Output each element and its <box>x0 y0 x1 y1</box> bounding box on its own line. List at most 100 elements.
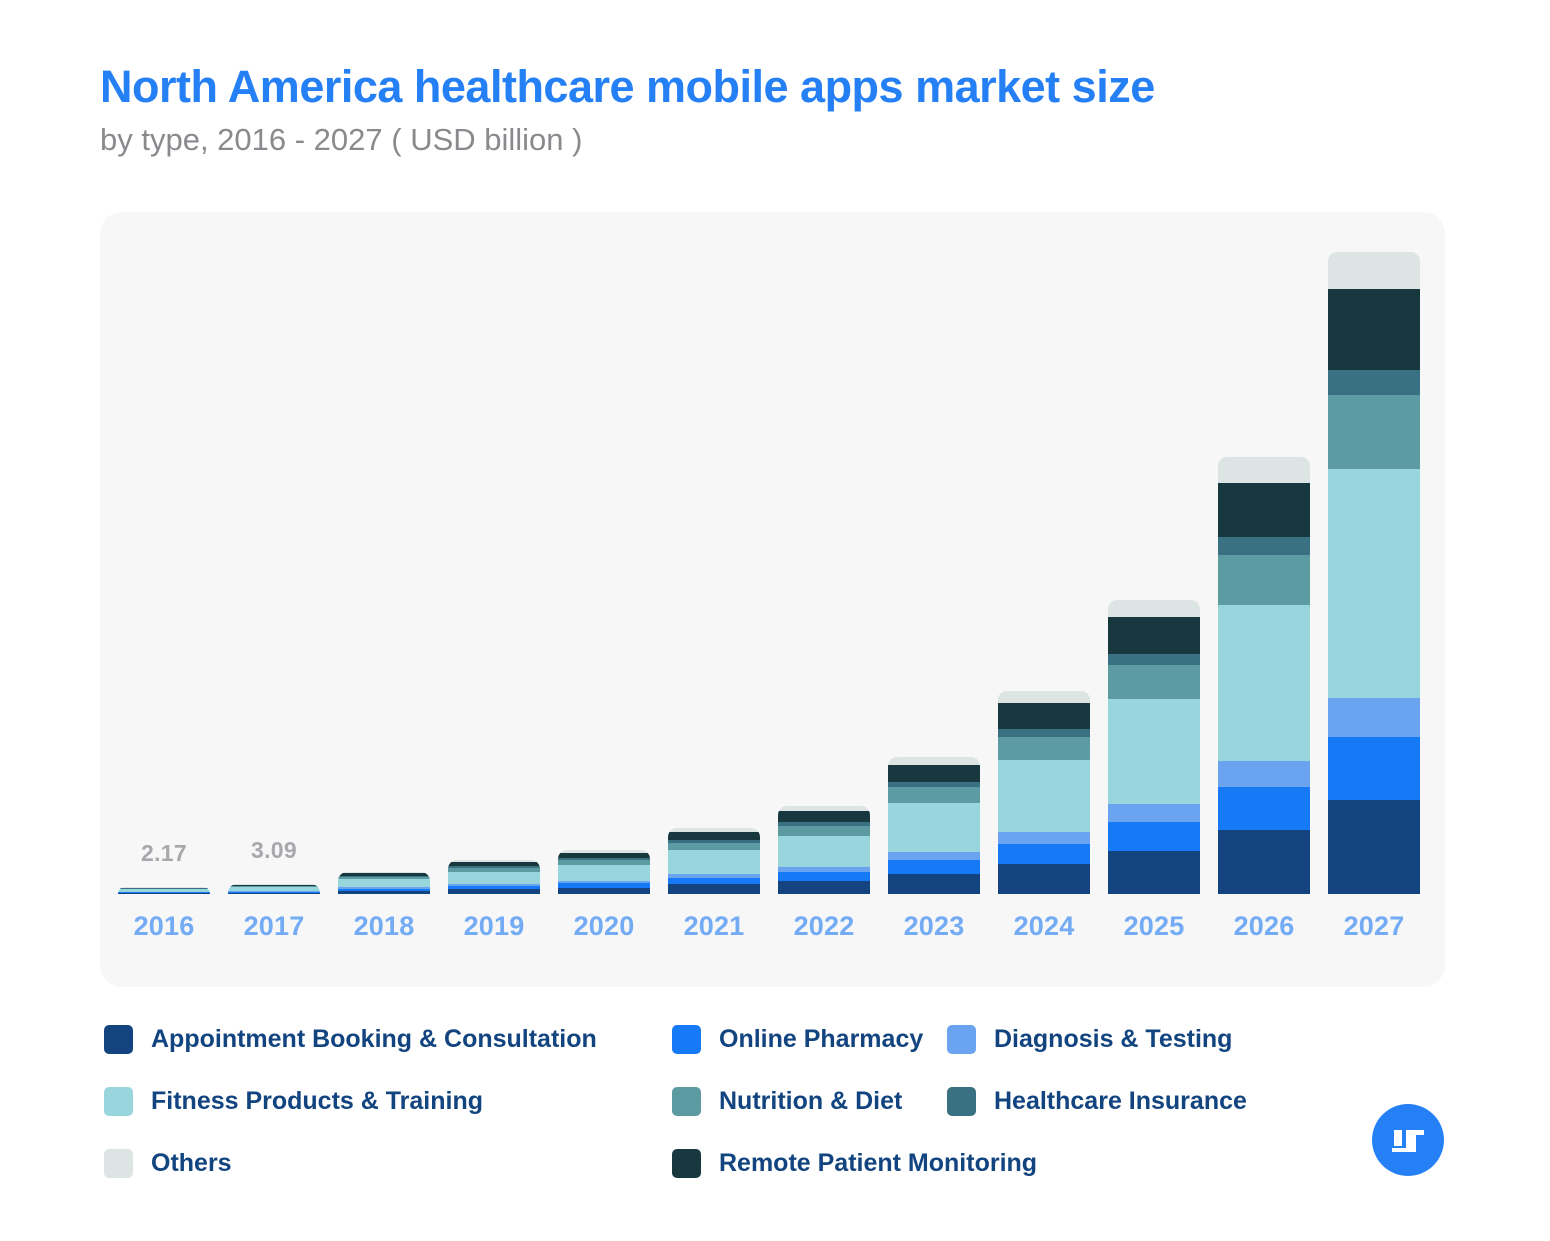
bar-segment[interactable] <box>668 850 760 874</box>
bar-segment[interactable] <box>888 852 980 861</box>
bar-segment[interactable] <box>778 825 870 836</box>
legend-item[interactable]: Remote Patient Monitoring <box>672 1149 1037 1178</box>
bar-stack[interactable] <box>668 827 760 894</box>
bar-stack[interactable] <box>1108 599 1200 894</box>
legend-item[interactable]: Healthcare Insurance <box>947 1087 1327 1116</box>
bar-segment[interactable] <box>998 736 1090 760</box>
legend-row: Others Remote Patient Monitoring <box>104 1149 1344 1178</box>
bar-segment[interactable] <box>888 803 980 853</box>
bar-segment[interactable] <box>1108 616 1200 654</box>
chart-panel: 2.17 2016 3.09 2017 2018 2019 2020 2021 2022 2023… <box>100 212 1445 987</box>
bar-segment[interactable] <box>998 864 1090 894</box>
bar-segment[interactable] <box>338 879 430 888</box>
bar-segment[interactable] <box>668 884 760 894</box>
legend-item[interactable]: Nutrition & Diet <box>672 1087 947 1116</box>
bar-segment[interactable] <box>1108 665 1200 700</box>
legend-label: Diagnosis & Testing <box>994 1025 1233 1053</box>
bar-segment[interactable] <box>1218 482 1310 538</box>
bar-stack[interactable] <box>998 691 1090 894</box>
bar-segment[interactable] <box>1328 736 1420 801</box>
bar-stack[interactable] <box>778 805 870 894</box>
bar-stack[interactable] <box>228 884 320 894</box>
bar-segment[interactable] <box>998 832 1090 845</box>
x-axis-label-2023: 2023 <box>903 911 965 941</box>
legend-swatch-icon <box>104 1149 133 1178</box>
bar-segment[interactable] <box>1218 554 1310 606</box>
bar-segment[interactable] <box>668 831 760 840</box>
bar-segment[interactable] <box>1218 457 1310 483</box>
bar-segment[interactable] <box>1328 369 1420 396</box>
bar-segment[interactable] <box>558 887 650 894</box>
legend-item[interactable]: Others <box>104 1149 672 1178</box>
bar-segment[interactable] <box>1328 252 1420 290</box>
brand-logo[interactable] <box>1372 1104 1444 1176</box>
bar-segment[interactable] <box>1108 699 1200 805</box>
legend-swatch-icon <box>104 1025 133 1054</box>
bar-segment[interactable] <box>448 871 540 884</box>
bar-segment[interactable] <box>778 811 870 823</box>
bar-segment[interactable] <box>448 889 540 894</box>
chart-subtitle: by type, 2016 - 2027 ( USD billion ) <box>100 122 583 158</box>
bar-stack[interactable] <box>1218 457 1310 894</box>
legend-label: Nutrition & Diet <box>719 1087 903 1115</box>
bar-stack[interactable] <box>118 887 210 894</box>
bar-segment[interactable] <box>778 881 870 894</box>
x-axis-label-2024: 2024 <box>1013 911 1075 941</box>
legend-item[interactable]: Online Pharmacy <box>672 1025 947 1054</box>
bar-segment[interactable] <box>1218 605 1310 761</box>
bar-segment[interactable] <box>998 703 1090 729</box>
bar-group: 2022 <box>778 805 870 941</box>
bar-segment[interactable] <box>998 728 1090 737</box>
bar-segment[interactable] <box>668 842 760 851</box>
legend-item[interactable]: Diagnosis & Testing <box>947 1025 1327 1054</box>
bar-stack[interactable] <box>448 859 540 894</box>
bar-segment[interactable] <box>778 872 870 882</box>
bar-segment[interactable] <box>1108 821 1200 852</box>
bar-segment[interactable] <box>558 864 650 881</box>
bar-segment[interactable] <box>1328 698 1420 737</box>
bar-stack[interactable] <box>1328 252 1420 894</box>
brand-logo-icon <box>1392 1130 1424 1152</box>
x-axis-label-2026: 2026 <box>1233 911 1295 941</box>
x-axis-label-2017: 2017 <box>243 911 305 941</box>
bar-segment[interactable] <box>998 691 1090 704</box>
bar-segment[interactable] <box>1108 653 1200 666</box>
bar-segment[interactable] <box>888 860 980 874</box>
bar-segment[interactable] <box>778 835 870 868</box>
bar-stack[interactable] <box>558 850 650 894</box>
bar-stack[interactable] <box>338 872 430 894</box>
bar-segment[interactable] <box>1218 760 1310 787</box>
bar-segment[interactable] <box>1328 800 1420 894</box>
bar-segment[interactable] <box>998 844 1090 865</box>
bar-segment[interactable] <box>118 893 210 894</box>
bar-group: 2021 <box>668 827 760 941</box>
bar-segment[interactable] <box>998 760 1090 833</box>
bar-segment[interactable] <box>1218 537 1310 555</box>
bar-segment[interactable] <box>1328 469 1420 699</box>
bar-group: 2025 <box>1108 599 1200 941</box>
legend-label: Remote Patient Monitoring <box>719 1149 1038 1177</box>
bar-segment[interactable] <box>888 756 980 765</box>
bar-segment[interactable] <box>1218 830 1310 894</box>
bar-segment[interactable] <box>1108 851 1200 894</box>
bar-segment[interactable] <box>338 890 430 894</box>
bar-segment[interactable] <box>888 787 980 804</box>
bar-segment[interactable] <box>1218 786 1310 831</box>
bar-segment[interactable] <box>888 764 980 782</box>
x-axis-label-2022: 2022 <box>793 911 855 941</box>
bar-segment[interactable] <box>1108 599 1200 617</box>
legend-item[interactable]: Appointment Booking & Consultation <box>104 1025 672 1054</box>
x-axis-label-2018: 2018 <box>353 911 415 941</box>
chart-header: North America healthcare mobile apps mar… <box>100 61 1420 158</box>
bar-segment[interactable] <box>228 892 320 894</box>
bar-group: 3.09 2017 <box>228 837 320 941</box>
bar-segment[interactable] <box>1328 395 1420 470</box>
bar-segment[interactable] <box>1328 289 1420 370</box>
x-axis-label-2016: 2016 <box>133 911 195 941</box>
x-axis-label-2021: 2021 <box>683 911 745 941</box>
bar-segment[interactable] <box>888 873 980 894</box>
legend-swatch-icon <box>947 1025 976 1054</box>
legend-item[interactable]: Fitness Products & Training <box>104 1087 672 1116</box>
bar-segment[interactable] <box>1108 804 1200 822</box>
bar-stack[interactable] <box>888 756 980 894</box>
